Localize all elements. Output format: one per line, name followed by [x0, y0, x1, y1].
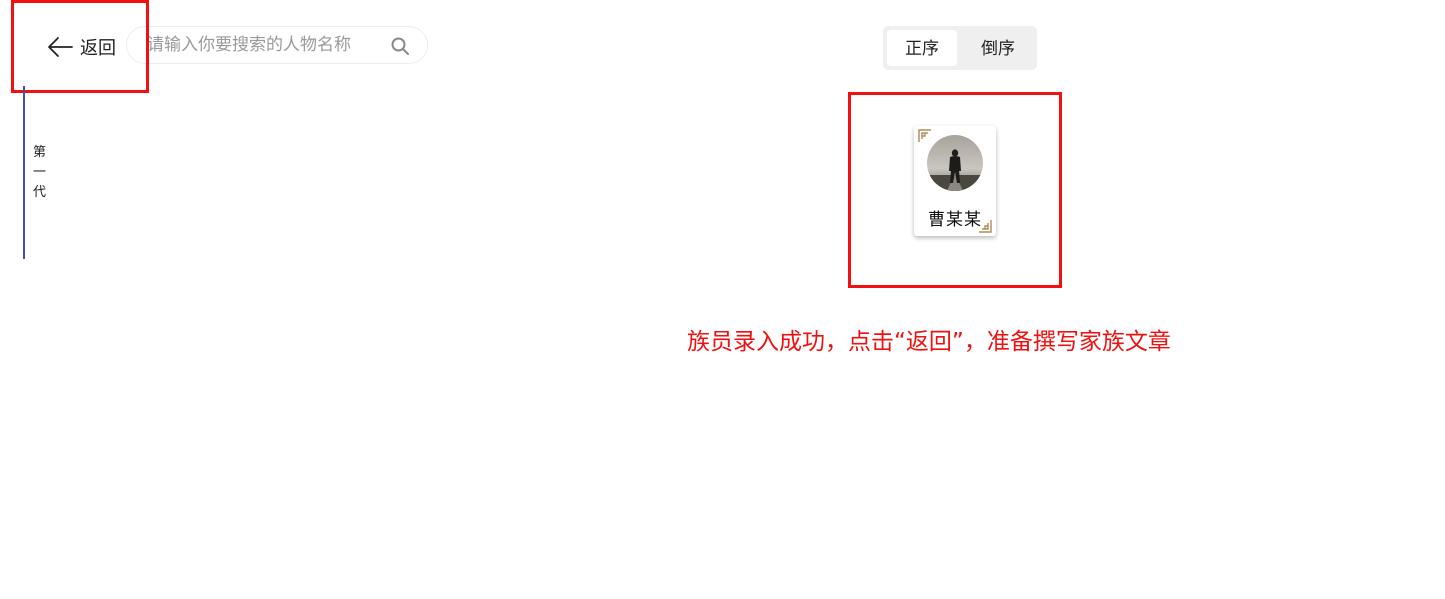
- search-box: [126, 26, 428, 64]
- search-input[interactable]: [147, 27, 387, 63]
- arrow-left-icon: [48, 37, 73, 57]
- sort-ascending-button[interactable]: 正序: [887, 30, 957, 66]
- generation-label: 第一代: [33, 145, 47, 200]
- corner-ornament-icon: [918, 129, 931, 142]
- generation-rail: [23, 86, 25, 259]
- search-icon[interactable]: [390, 36, 410, 56]
- member-name: 曹某某: [928, 210, 982, 230]
- sort-toggle: 正序 倒序: [883, 26, 1037, 70]
- instruction-annotation: 族员录入成功，点击“返回”，准备撰写家族文章: [687, 329, 1171, 355]
- member-card[interactable]: 曹某某: [914, 126, 996, 236]
- avatar: [927, 135, 983, 191]
- back-label: 返回: [80, 38, 116, 59]
- page: 返回 第一代 正序 倒序: [0, 0, 1445, 599]
- sort-descending-button[interactable]: 倒序: [963, 30, 1033, 66]
- back-button[interactable]: 返回: [46, 33, 116, 61]
